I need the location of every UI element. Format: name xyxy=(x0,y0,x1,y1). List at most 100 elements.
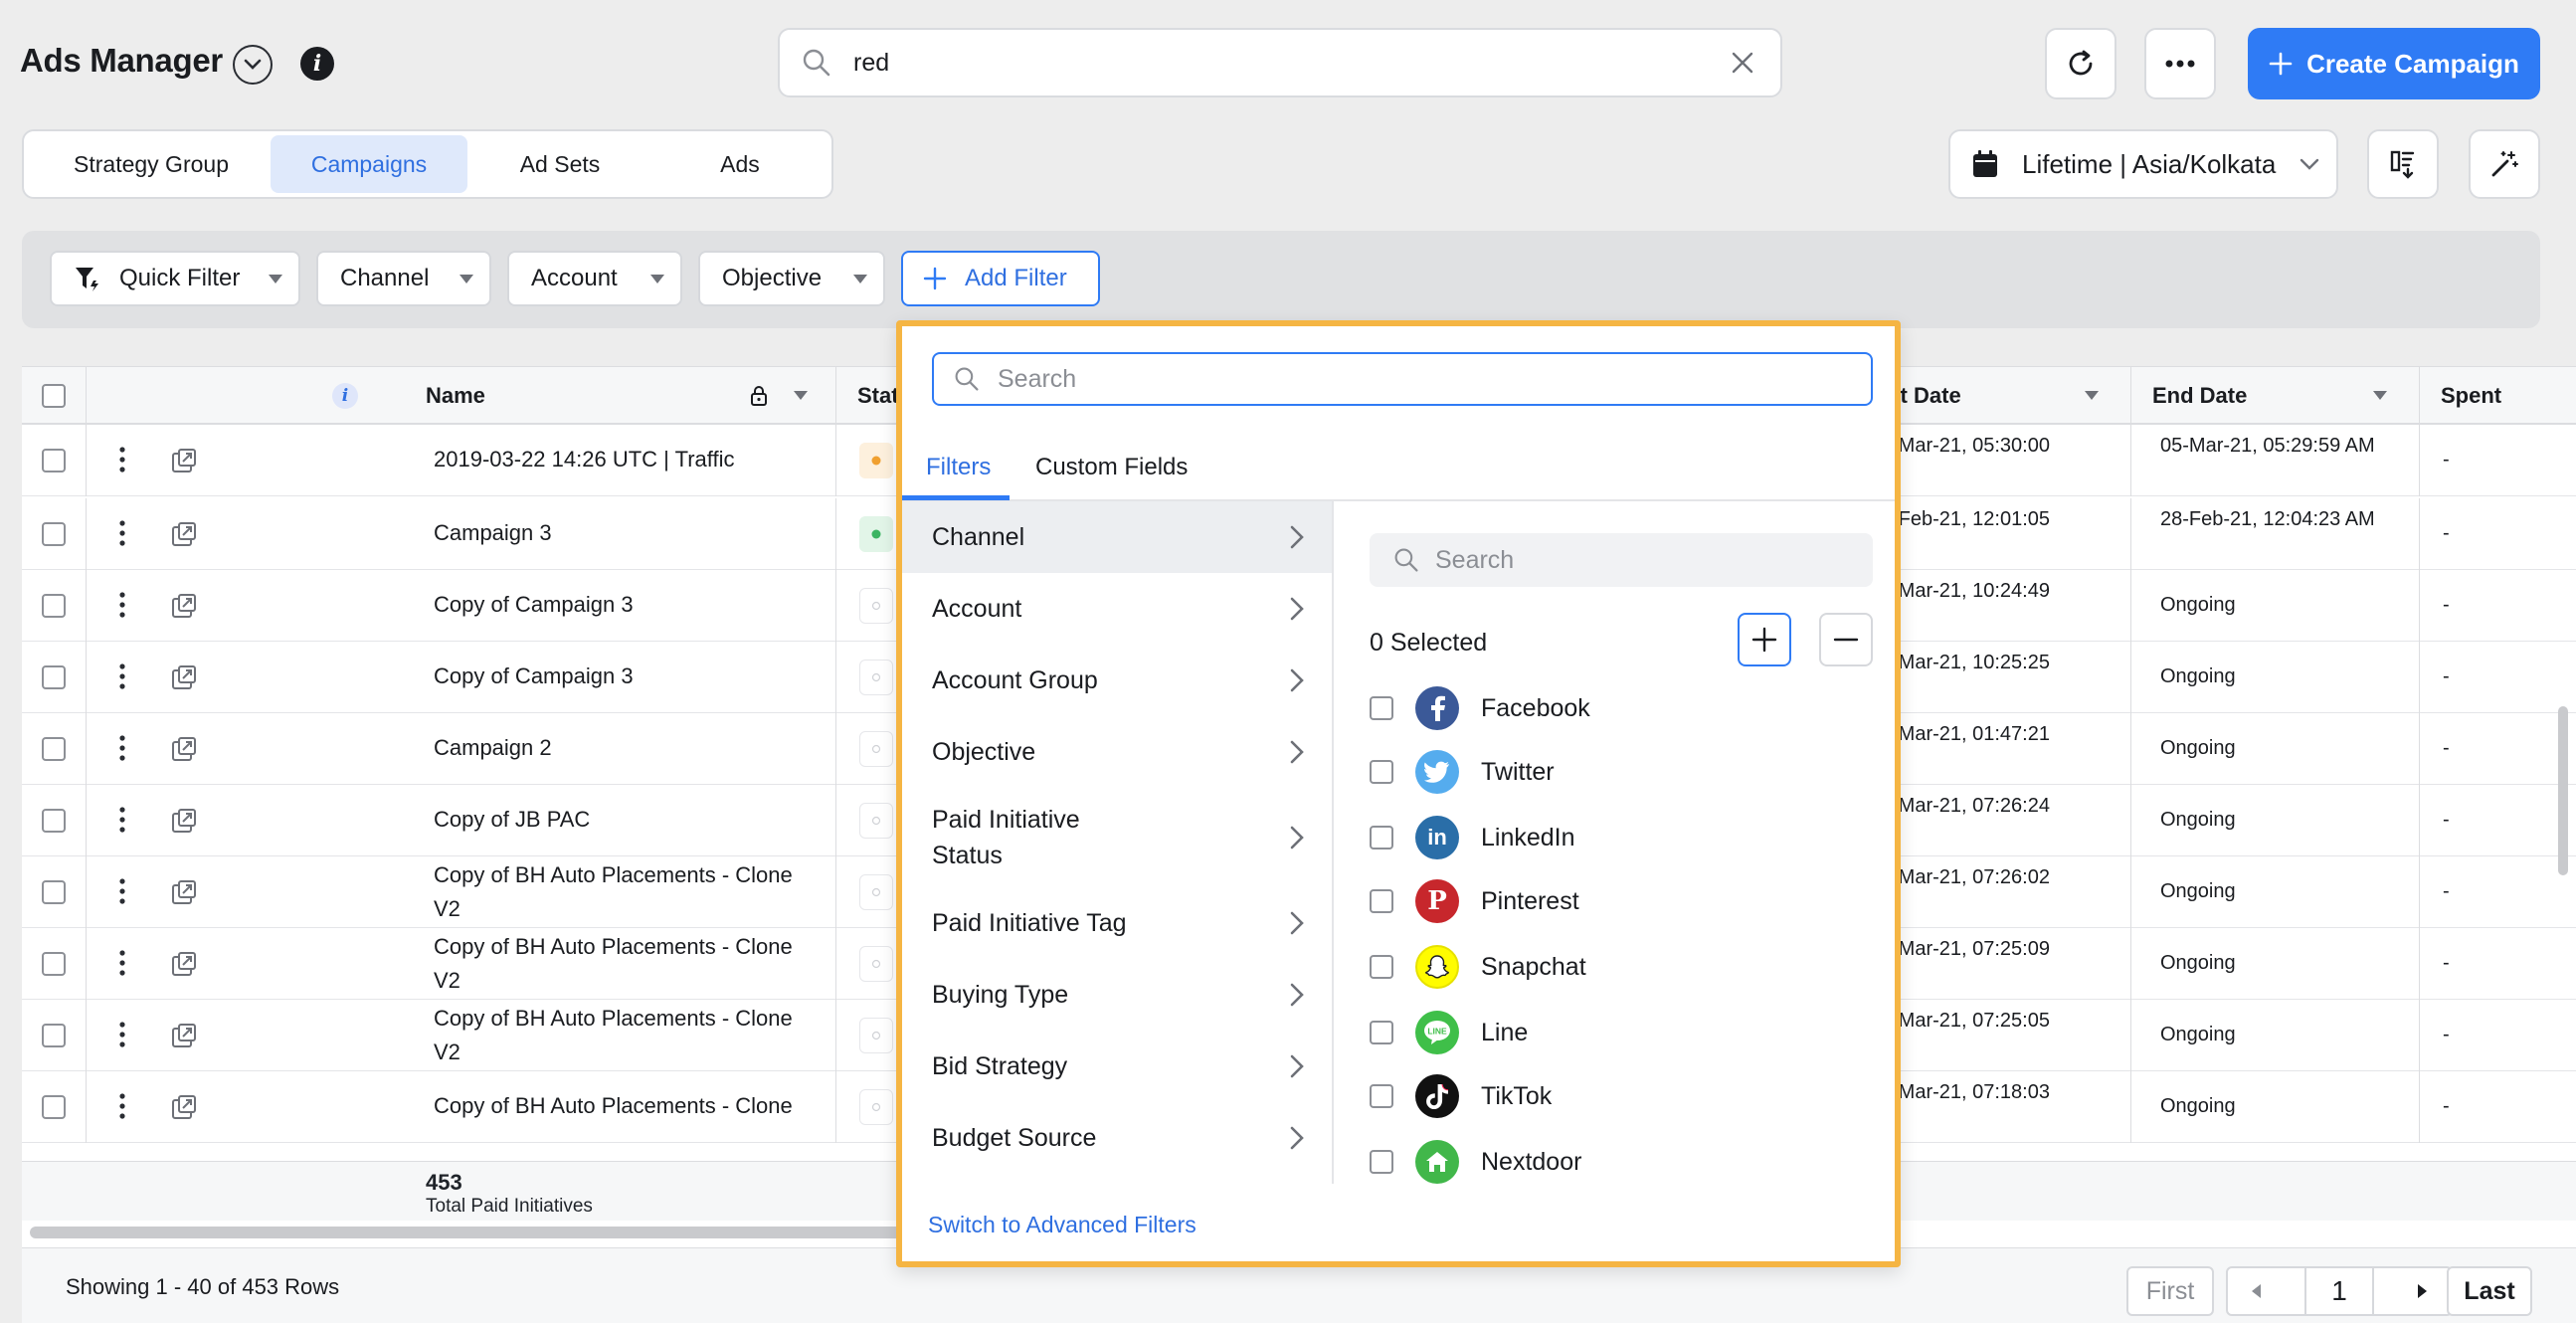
filter-category-channel[interactable]: Channel xyxy=(902,501,1332,573)
channel-checkbox[interactable] xyxy=(1370,1084,1393,1108)
row-checkbox[interactable] xyxy=(42,737,66,761)
lock-icon[interactable] xyxy=(750,385,768,407)
channel-option-linkedin[interactable]: in LinkedIn xyxy=(1370,814,1575,861)
switch-advanced-filters-link[interactable]: Switch to Advanced Filters xyxy=(928,1212,1196,1238)
channel-option-twitter[interactable]: Twitter xyxy=(1370,748,1555,796)
create-campaign-button[interactable]: Create Campaign xyxy=(2248,28,2540,99)
row-checkbox[interactable] xyxy=(42,952,66,976)
more-vertical-icon[interactable] xyxy=(119,807,125,833)
campaign-name[interactable]: 2019-03-22 14:26 UTC | Traffic xyxy=(434,443,822,476)
filter-category-objective[interactable]: Objective xyxy=(902,716,1332,788)
filter-category-buying-type[interactable]: Buying Type xyxy=(902,959,1332,1031)
campaign-name[interactable]: Copy of BH Auto Placements - Clone V2 xyxy=(434,858,822,926)
campaign-name[interactable]: Campaign 2 xyxy=(434,731,822,765)
open-in-new-icon[interactable] xyxy=(171,1094,197,1120)
more-vertical-icon[interactable] xyxy=(119,447,125,472)
info-icon[interactable]: i xyxy=(332,383,358,409)
open-in-new-icon[interactable] xyxy=(171,808,197,834)
more-vertical-icon[interactable] xyxy=(119,735,125,761)
tab-ads[interactable]: Ads xyxy=(652,135,828,193)
channel-option-pinterest[interactable]: P Pinterest xyxy=(1370,877,1579,925)
row-checkbox[interactable] xyxy=(42,880,66,904)
campaign-name[interactable]: Copy of JB PAC xyxy=(434,803,822,837)
row-checkbox[interactable] xyxy=(42,665,66,689)
campaign-name[interactable]: Copy of BH Auto Placements - Clone xyxy=(434,1089,822,1123)
column-header-end-date[interactable]: End Date xyxy=(2152,367,2247,425)
add-filter-button[interactable]: Add Filter xyxy=(901,251,1100,306)
open-in-new-icon[interactable] xyxy=(171,521,197,547)
info-icon[interactable]: i xyxy=(300,47,334,81)
caret-down-icon[interactable] xyxy=(2085,391,2099,401)
column-settings-button[interactable] xyxy=(2367,129,2439,199)
open-in-new-icon[interactable] xyxy=(171,593,197,619)
open-in-new-icon[interactable] xyxy=(171,879,197,905)
channel-checkbox[interactable] xyxy=(1370,1150,1393,1174)
more-vertical-icon[interactable] xyxy=(119,950,125,976)
filter-category-budget-source[interactable]: Budget Source xyxy=(902,1102,1332,1174)
tab-campaigns[interactable]: Campaigns xyxy=(271,135,467,193)
page-number-input[interactable]: 1 xyxy=(2304,1268,2374,1314)
channel-checkbox[interactable] xyxy=(1370,1021,1393,1044)
filter-category-bid-strategy[interactable]: Bid Strategy xyxy=(902,1031,1332,1102)
filter-search-input[interactable]: Search xyxy=(932,352,1873,406)
channel-filter-dropdown[interactable]: Channel xyxy=(316,251,491,306)
channel-checkbox[interactable] xyxy=(1370,889,1393,913)
magic-wand-button[interactable] xyxy=(2469,129,2540,199)
campaign-name[interactable]: Copy of BH Auto Placements - Clone V2 xyxy=(434,1002,822,1069)
chevron-down-icon[interactable] xyxy=(233,45,273,85)
column-header-status[interactable]: Stat xyxy=(857,367,899,425)
first-page-button[interactable]: First xyxy=(2126,1266,2214,1316)
row-checkbox[interactable] xyxy=(42,1024,66,1047)
next-page-icon[interactable] xyxy=(2417,1283,2429,1299)
caret-down-icon[interactable] xyxy=(2373,391,2387,401)
vertical-scrollbar[interactable] xyxy=(2558,706,2568,875)
channel-checkbox[interactable] xyxy=(1370,696,1393,720)
filter-category-paid-initiative-tag[interactable]: Paid Initiative Tag xyxy=(902,887,1332,959)
channel-checkbox[interactable] xyxy=(1370,760,1393,784)
previous-page-icon[interactable] xyxy=(2250,1283,2262,1299)
channel-checkbox[interactable] xyxy=(1370,826,1393,850)
column-header-spent[interactable]: Spent xyxy=(2441,367,2501,425)
channel-option-nextdoor[interactable]: Nextdoor xyxy=(1370,1138,1581,1186)
tab-strategy-group[interactable]: Strategy Group xyxy=(32,135,271,193)
select-all-button[interactable] xyxy=(1738,613,1791,666)
more-vertical-icon[interactable] xyxy=(119,878,125,904)
more-options-button[interactable] xyxy=(2144,28,2216,99)
row-checkbox[interactable] xyxy=(42,1095,66,1119)
column-header-start-date[interactable]: rt Date xyxy=(1892,367,1961,425)
tab-custom-fields[interactable]: Custom Fields xyxy=(1035,434,1188,501)
row-checkbox[interactable] xyxy=(42,594,66,618)
search-input[interactable]: red xyxy=(853,49,1731,78)
column-header-name[interactable]: Name xyxy=(426,367,485,425)
more-vertical-icon[interactable] xyxy=(119,520,125,546)
horizontal-scrollbar[interactable] xyxy=(30,1227,905,1238)
row-checkbox[interactable] xyxy=(42,449,66,472)
search-bar[interactable]: red xyxy=(778,28,1782,97)
refresh-button[interactable] xyxy=(2045,28,2116,99)
open-in-new-icon[interactable] xyxy=(171,1023,197,1048)
more-vertical-icon[interactable] xyxy=(119,592,125,618)
campaign-name[interactable]: Copy of BH Auto Placements - Clone V2 xyxy=(434,930,822,998)
open-in-new-icon[interactable] xyxy=(171,736,197,762)
row-checkbox[interactable] xyxy=(42,809,66,833)
open-in-new-icon[interactable] xyxy=(171,951,197,977)
tab-filters[interactable]: Filters xyxy=(926,434,991,501)
caret-down-icon[interactable] xyxy=(794,391,808,401)
open-in-new-icon[interactable] xyxy=(171,448,197,473)
more-vertical-icon[interactable] xyxy=(119,1093,125,1119)
filter-category-account-group[interactable]: Account Group xyxy=(902,645,1332,716)
campaign-name[interactable]: Copy of Campaign 3 xyxy=(434,660,822,693)
more-vertical-icon[interactable] xyxy=(119,1022,125,1047)
objective-filter-dropdown[interactable]: Objective xyxy=(698,251,885,306)
open-in-new-icon[interactable] xyxy=(171,664,197,690)
last-page-button[interactable]: Last xyxy=(2447,1266,2532,1316)
date-range-selector[interactable]: Lifetime | Asia/Kolkata xyxy=(1948,129,2338,199)
more-vertical-icon[interactable] xyxy=(119,663,125,689)
row-checkbox[interactable] xyxy=(42,522,66,546)
close-icon[interactable] xyxy=(1731,51,1754,75)
account-filter-dropdown[interactable]: Account xyxy=(507,251,682,306)
tab-ad-sets[interactable]: Ad Sets xyxy=(467,135,652,193)
quick-filter-dropdown[interactable]: Quick Filter xyxy=(50,251,300,306)
channel-option-snapchat[interactable]: Snapchat xyxy=(1370,943,1586,991)
filter-category-paid-initiative-status[interactable]: Paid Initiative Status xyxy=(902,788,1332,887)
